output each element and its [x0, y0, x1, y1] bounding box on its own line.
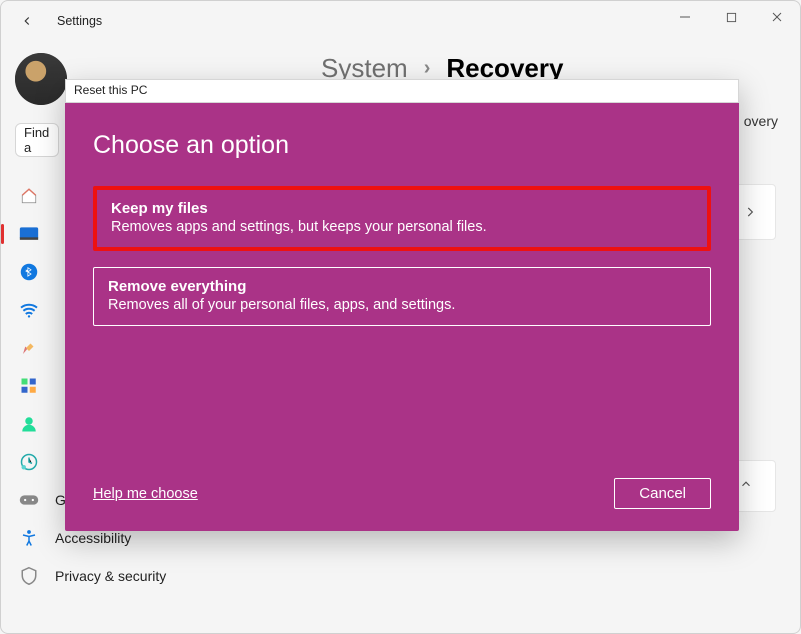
chevron-right-icon: ›	[424, 57, 431, 80]
reset-dialog: Reset this PC Choose an option Keep my f…	[65, 79, 739, 531]
maximize-button[interactable]	[708, 1, 754, 33]
bluetooth-icon	[19, 262, 39, 282]
nav-item-privacy[interactable]: Privacy & security	[15, 557, 291, 595]
cancel-button[interactable]: Cancel	[614, 478, 711, 509]
gaming-icon	[19, 490, 39, 510]
minimize-button[interactable]	[662, 1, 708, 33]
option-desc: Removes all of your personal files, apps…	[108, 297, 696, 313]
close-button[interactable]	[754, 1, 800, 33]
avatar[interactable]	[15, 53, 67, 105]
option-keep-files[interactable]: Keep my files Removes apps and settings,…	[93, 186, 711, 251]
accounts-icon	[19, 414, 39, 434]
apps-icon	[19, 376, 39, 396]
wifi-icon	[19, 300, 39, 320]
titlebar: Settings	[1, 1, 800, 41]
nav-label: Privacy & security	[55, 568, 166, 584]
option-remove-everything[interactable]: Remove everything Removes all of your pe…	[93, 267, 711, 326]
chevron-right-icon	[743, 205, 757, 219]
window-title: Settings	[57, 14, 102, 28]
search-input[interactable]: Find a	[15, 123, 59, 157]
window-controls	[662, 1, 800, 33]
option-desc: Removes apps and settings, but keeps you…	[111, 219, 693, 235]
personalization-icon	[19, 338, 39, 358]
time-icon	[19, 452, 39, 472]
chevron-up-icon	[739, 477, 753, 496]
system-icon	[19, 224, 39, 244]
truncated-text: overy	[744, 113, 778, 129]
arrow-left-icon	[20, 14, 34, 28]
nav-label: Accessibility	[55, 530, 131, 546]
help-me-choose-link[interactable]: Help me choose	[93, 486, 198, 502]
accessibility-icon	[19, 528, 39, 548]
option-title: Keep my files	[111, 200, 693, 217]
dialog-heading: Choose an option	[93, 131, 711, 160]
option-title: Remove everything	[108, 278, 696, 295]
search-placeholder: Find a	[24, 125, 50, 155]
privacy-icon	[19, 566, 39, 586]
home-icon	[19, 186, 39, 206]
back-button[interactable]	[13, 7, 41, 35]
dialog-titlebar: Reset this PC	[65, 79, 739, 103]
